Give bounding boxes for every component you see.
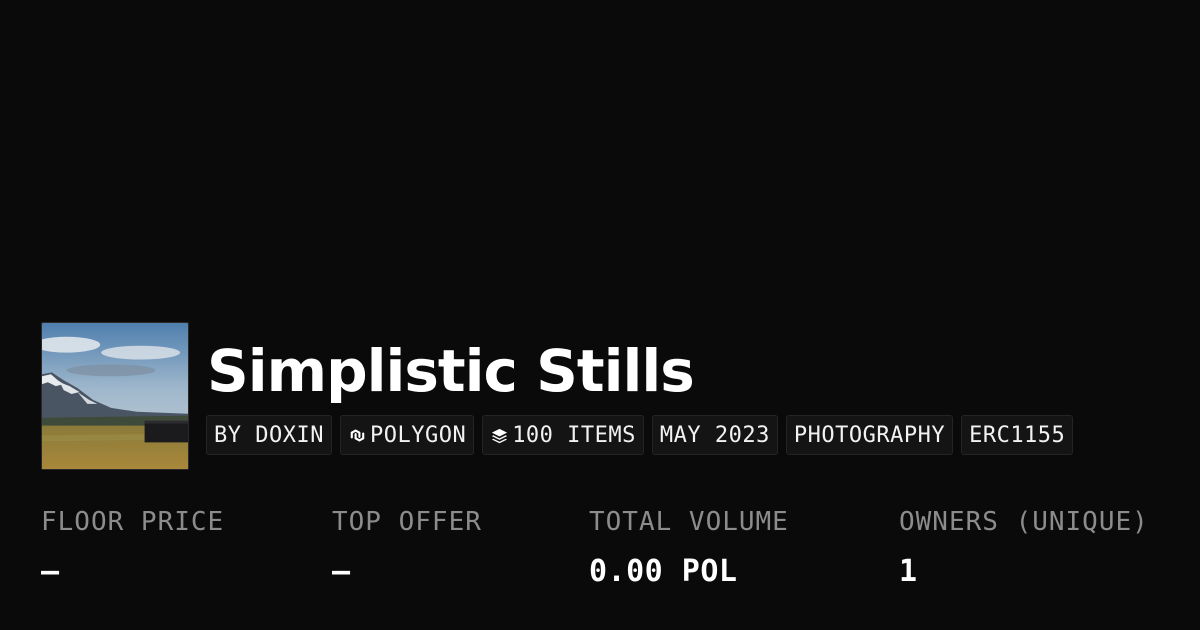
tag-item-count-label: 100 ITEMS [512, 422, 636, 448]
tag-creator-label: BY DOXIN [214, 422, 324, 448]
tag-category-label: PHOTOGRAPHY [793, 422, 946, 448]
stat-owners: OWNERS (UNIQUE) 1 [899, 504, 1149, 590]
stat-floor-price: FLOOR PRICE – [41, 504, 224, 590]
stat-owners-label: OWNERS (UNIQUE) [899, 507, 1149, 537]
stat-top-offer: TOP OFFER – [332, 504, 482, 590]
collection-title: Simplistic Stills [207, 337, 695, 405]
stat-floor-price-value: – [41, 554, 60, 589]
stat-total-volume-label: TOTAL VOLUME [589, 507, 789, 537]
stat-owners-value: 1 [899, 554, 918, 589]
tag-chain[interactable]: POLYGON [339, 415, 475, 455]
tag-created-date[interactable]: MAY 2023 [651, 415, 778, 455]
tag-category[interactable]: PHOTOGRAPHY [785, 415, 954, 455]
stat-top-offer-value: – [332, 554, 351, 589]
tag-created-date-label: MAY 2023 [659, 422, 770, 448]
stat-floor-price-label: FLOOR PRICE [41, 507, 225, 537]
collection-card: Simplistic Stills BY DOXIN POLYGON 100 I… [0, 0, 1200, 630]
tag-token-standard-label: ERC1155 [969, 422, 1066, 448]
stat-top-offer-label: TOP OFFER [332, 507, 482, 537]
tag-chain-label: POLYGON [369, 422, 467, 448]
stat-total-volume: TOTAL VOLUME 0.00 POL [589, 504, 789, 590]
collection-thumbnail[interactable] [41, 322, 189, 470]
tag-creator[interactable]: BY DOXIN [206, 415, 332, 455]
stat-total-volume-value: 0.00 POL [589, 554, 738, 589]
layers-icon [490, 426, 509, 445]
landscape-photo-icon [42, 323, 188, 469]
collection-tags: BY DOXIN POLYGON 100 ITEMS MAY 2023 PHOT… [206, 415, 1074, 455]
tag-token-standard[interactable]: ERC1155 [961, 415, 1074, 455]
polygon-chain-icon [348, 426, 367, 445]
tag-item-count[interactable]: 100 ITEMS [482, 415, 644, 455]
